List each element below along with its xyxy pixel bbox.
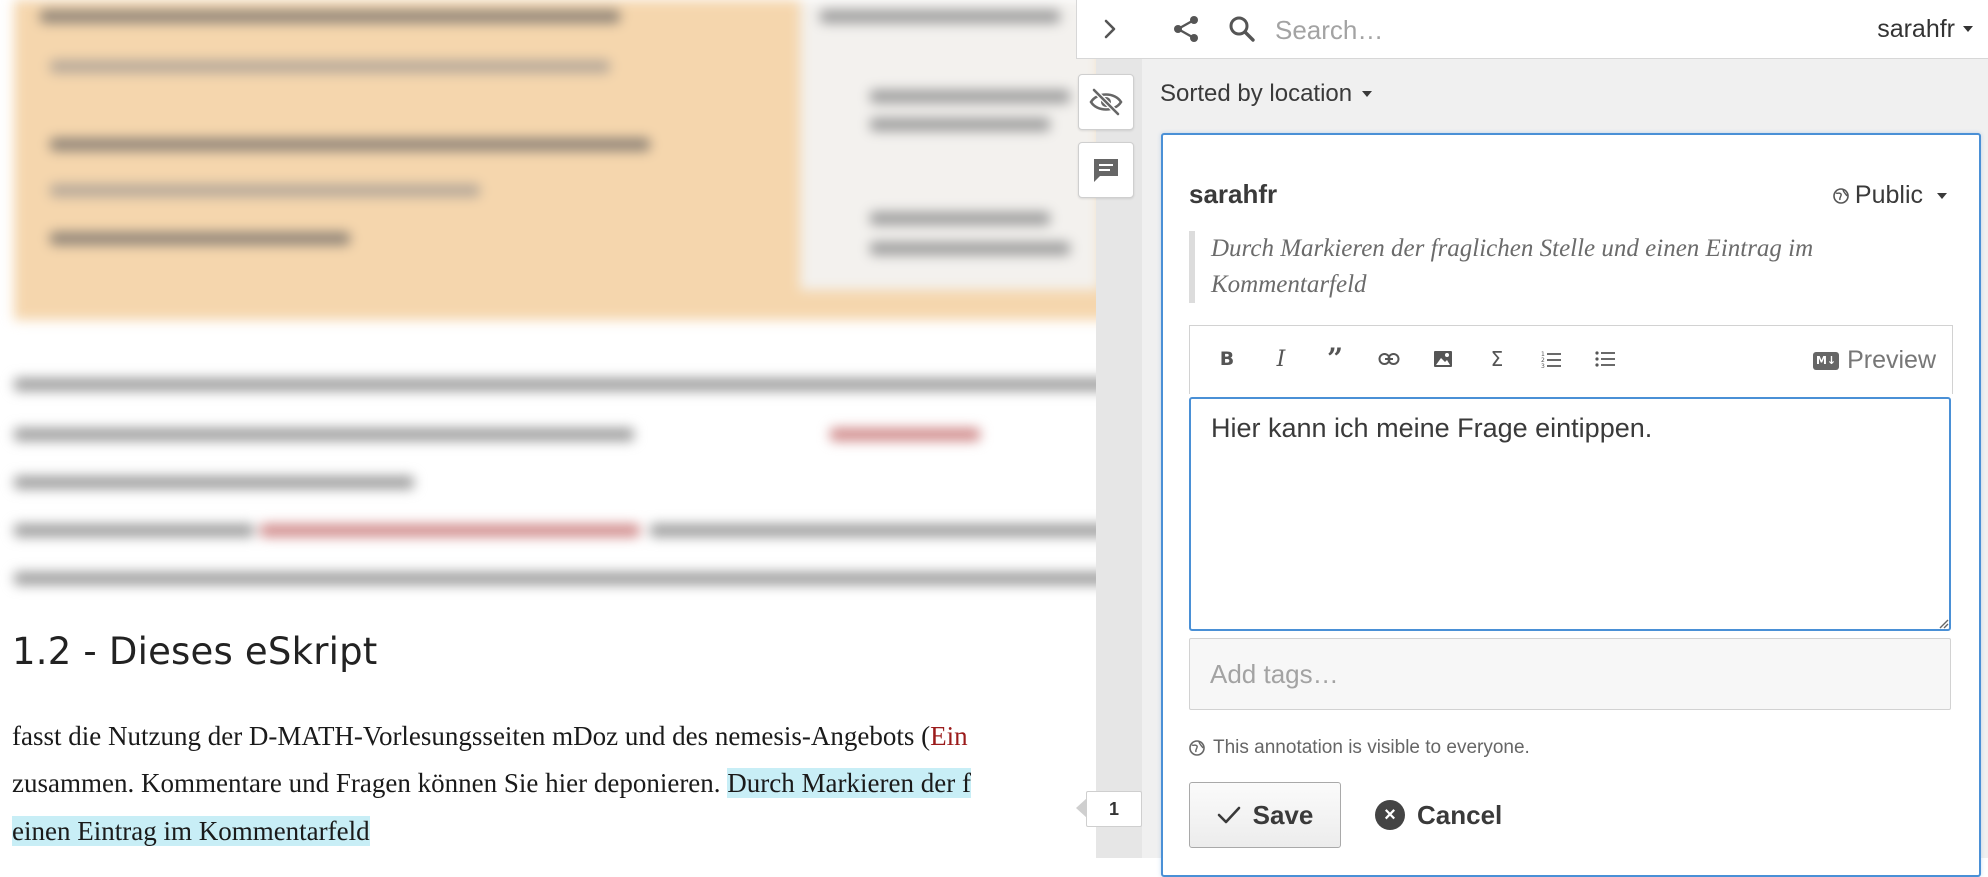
- markdown-icon: M↓: [1813, 351, 1840, 370]
- eye-slash-icon: [1089, 88, 1123, 116]
- privacy-dropdown[interactable]: Public: [1833, 181, 1947, 210]
- sidebar-topbar: sarahfr: [1076, 0, 1988, 59]
- bullet-list-button[interactable]: [1590, 344, 1620, 374]
- search-button[interactable]: [1225, 12, 1259, 46]
- user-name: sarahfr: [1877, 14, 1955, 43]
- visibility-note: This annotation is visible to everyone.: [1189, 737, 1530, 759]
- bold-icon: B: [1219, 348, 1235, 370]
- chevron-right-icon: [1104, 19, 1116, 39]
- comment-icon: [1094, 159, 1118, 182]
- bullet-list-icon: [1595, 351, 1615, 367]
- image-icon: [1434, 351, 1452, 367]
- highlighted-text[interactable]: einen Eintrag im Kommentarfeld: [12, 816, 370, 846]
- visibility-text: This annotation is visible to everyone.: [1213, 737, 1530, 758]
- sort-dropdown[interactable]: Sorted by location: [1160, 80, 1373, 108]
- caret-down-icon: [1937, 192, 1947, 199]
- cancel-label: Cancel: [1417, 799, 1503, 830]
- math-button[interactable]: Σ: [1482, 344, 1512, 374]
- image-button[interactable]: [1428, 344, 1458, 374]
- link-icon: [1378, 353, 1400, 365]
- search-input[interactable]: [1273, 10, 1697, 50]
- paragraph-text: zusammen. Kommentare und Fragen können S…: [12, 768, 728, 798]
- cancel-button[interactable]: × Cancel: [1375, 795, 1502, 835]
- blurred-document-content: [0, 0, 1150, 600]
- document-area: 1.2 - Dieses eSkript fasst die Nutzung d…: [0, 0, 1150, 858]
- section-heading: 1.2 - Dieses eSkript: [12, 630, 378, 673]
- link-text[interactable]: Ein: [930, 721, 968, 751]
- user-menu[interactable]: sarahfr: [1877, 12, 1973, 46]
- caret-down-icon: [1362, 91, 1373, 97]
- tags-input[interactable]: [1189, 638, 1951, 710]
- bold-button[interactable]: B: [1212, 344, 1242, 374]
- resize-handle-icon[interactable]: [1937, 617, 1949, 629]
- numbered-list-icon: 1 2 3: [1541, 351, 1561, 368]
- highlighted-text[interactable]: Durch Markieren der f: [727, 768, 971, 798]
- globe-icon: [1833, 187, 1849, 204]
- quote-button[interactable]: ”: [1320, 344, 1350, 374]
- annotation-username[interactable]: sarahfr: [1189, 179, 1277, 210]
- link-button[interactable]: [1374, 344, 1404, 374]
- italic-icon: I: [1276, 346, 1286, 372]
- preview-label: Preview: [1847, 346, 1936, 374]
- share-icon: [1174, 16, 1198, 42]
- caret-down-icon: [1963, 26, 1973, 32]
- save-label: Save: [1252, 799, 1314, 830]
- share-button[interactable]: [1169, 12, 1203, 46]
- paragraph-line: fasst die Nutzung der D-MATH-Vorlesungss…: [12, 718, 968, 754]
- paragraph-line: zusammen. Kommentare und Fragen können S…: [12, 765, 971, 801]
- quote-icon: ”: [1326, 342, 1344, 375]
- numbered-list-button[interactable]: 1 2 3: [1536, 344, 1566, 374]
- italic-button[interactable]: I: [1266, 344, 1296, 374]
- checkmark-icon: [1217, 806, 1240, 824]
- new-page-note-button[interactable]: [1078, 142, 1134, 198]
- save-button[interactable]: Save: [1189, 782, 1341, 848]
- close-circle-icon: ×: [1375, 800, 1405, 830]
- annotation-card: sarahfr Public Durch Markieren der fragl…: [1161, 133, 1981, 877]
- preview-button[interactable]: M↓ Preview: [1813, 346, 1936, 375]
- collapse-sidebar-button[interactable]: [1095, 14, 1125, 44]
- annotation-quote: Durch Markieren der fraglichen Stelle un…: [1189, 231, 1951, 303]
- paragraph-line: einen Eintrag im Kommentarfeld: [12, 813, 370, 849]
- math-icon: Σ: [1490, 347, 1504, 371]
- sort-label: Sorted by location: [1160, 80, 1353, 107]
- annotation-bucket-button[interactable]: 1: [1086, 791, 1142, 827]
- hide-highlights-button[interactable]: [1078, 74, 1134, 130]
- markdown-toolbar: B I ” Σ 1 2 3 M↓ Preview: [1189, 325, 1953, 394]
- privacy-label: Public: [1854, 181, 1923, 209]
- paragraph-text: fasst die Nutzung der D-MATH-Vorlesungss…: [12, 721, 931, 751]
- globe-icon: [1189, 740, 1205, 756]
- annotation-text-input[interactable]: Hier kann ich meine Frage eintippen.: [1189, 397, 1951, 631]
- search-icon: [1229, 16, 1255, 42]
- svg-text:3: 3: [1541, 363, 1545, 368]
